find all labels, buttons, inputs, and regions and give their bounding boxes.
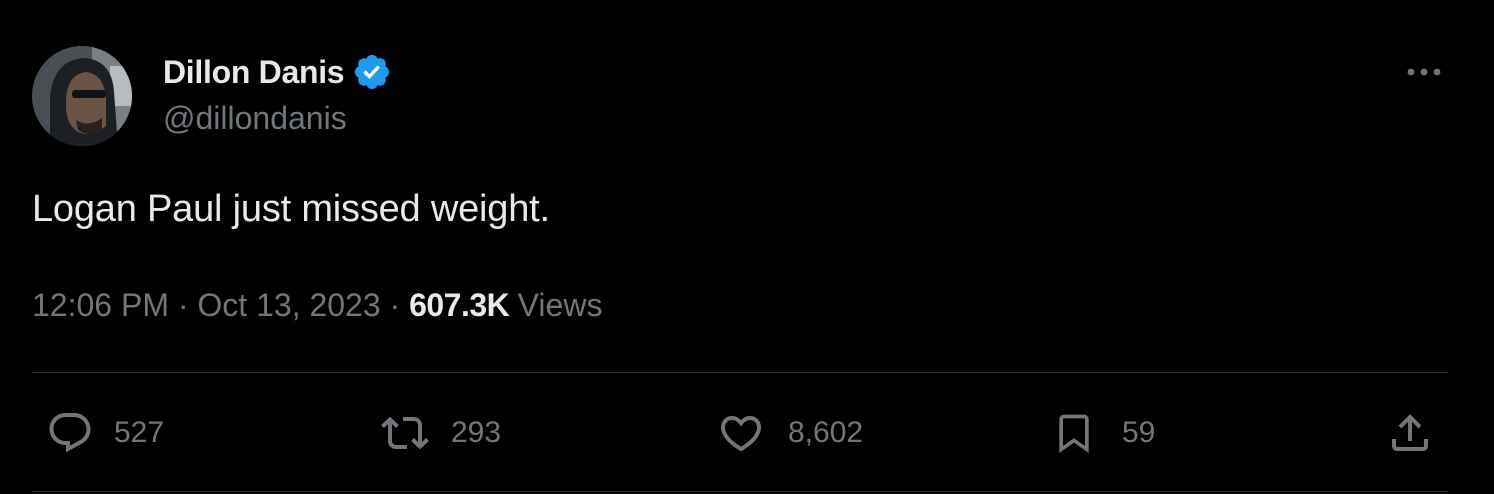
more-options-button[interactable] <box>1404 60 1444 84</box>
views-label: Views <box>517 287 603 323</box>
reply-count: 527 <box>114 416 165 449</box>
reply-bubble-icon <box>49 413 91 453</box>
author-name-row: Dillon Danis <box>163 52 392 92</box>
tweet-meta: 12:06 PM · Oct 13, 2023 · 607.3K Views <box>32 287 602 324</box>
tweet-date[interactable]: Oct 13, 2023 <box>197 287 380 323</box>
retweet-button[interactable]: 293 <box>377 408 501 458</box>
bookmark-count: 59 <box>1122 416 1156 449</box>
share-button[interactable] <box>1386 408 1434 458</box>
retweet-count: 293 <box>451 416 502 449</box>
avatar-image <box>32 46 132 146</box>
heart-icon <box>720 416 762 452</box>
retweet-icon <box>381 416 429 450</box>
meta-separator: · <box>177 287 198 323</box>
views-count[interactable]: 607.3K <box>409 287 518 323</box>
verified-badge-icon[interactable] <box>352 52 392 92</box>
share-upload-icon <box>1392 414 1428 451</box>
like-button[interactable]: 8,602 <box>716 408 863 458</box>
more-horizontal-icon <box>1407 68 1441 76</box>
author-display-name[interactable]: Dillon Danis <box>163 54 345 91</box>
reply-button[interactable]: 527 <box>46 408 164 458</box>
meta-separator: · <box>389 287 410 323</box>
tweet-detail: Dillon Danis @dillondanis Logan Paul jus… <box>0 0 1494 494</box>
like-count: 8,602 <box>788 416 864 449</box>
bookmark-button[interactable]: 59 <box>1052 408 1155 458</box>
tweet-text: Logan Paul just missed weight. <box>32 188 550 230</box>
bookmark-icon <box>1059 414 1089 454</box>
tweet-time[interactable]: 12:06 PM <box>32 287 169 323</box>
author-handle[interactable]: @dillondanis <box>163 100 347 137</box>
divider <box>32 491 1448 492</box>
divider <box>32 372 1448 373</box>
avatar[interactable] <box>32 46 132 146</box>
